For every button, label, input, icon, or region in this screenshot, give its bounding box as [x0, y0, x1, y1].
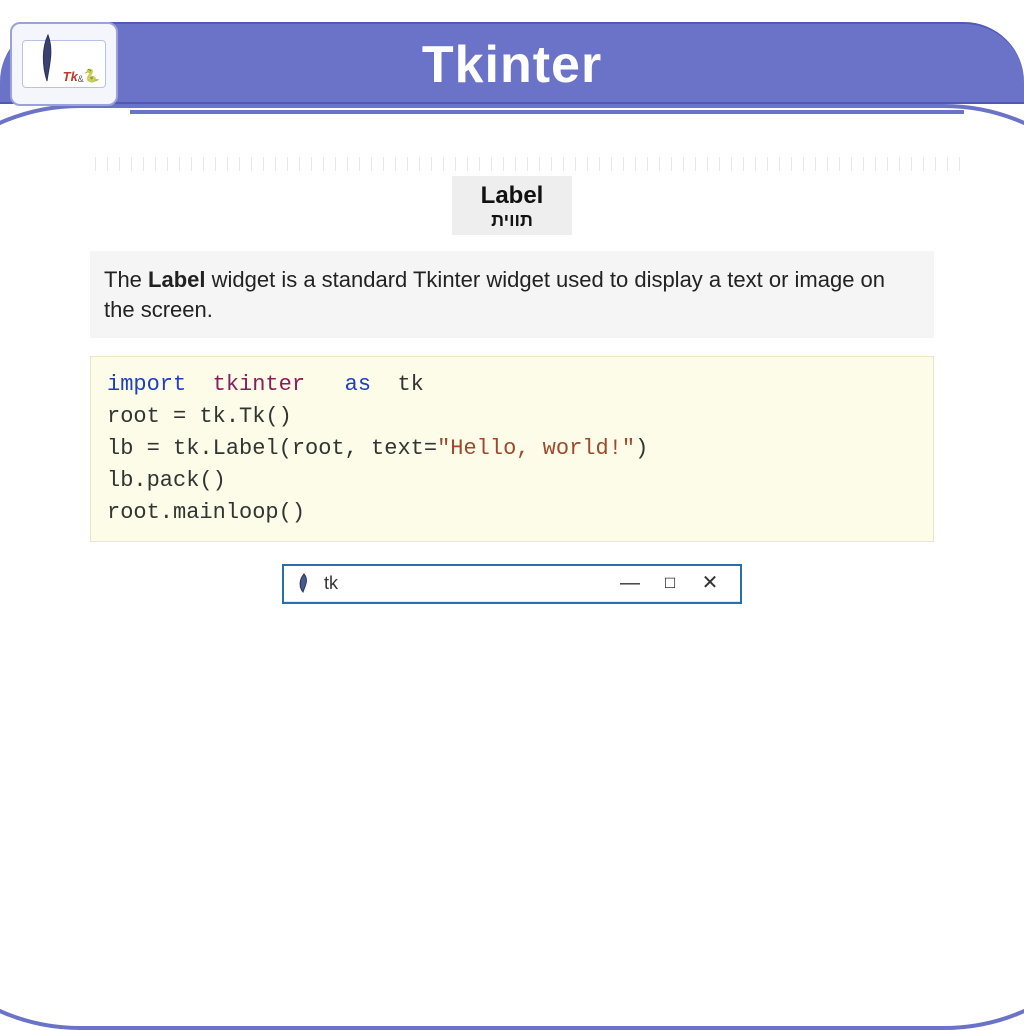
minimize-button[interactable]: —: [610, 573, 650, 593]
code-line-3: lb = tk.Label(root, text="Hello, world!"…: [107, 433, 917, 465]
description-prefix: The: [104, 267, 148, 292]
code-l3-pre: lb = tk.Label(root, text=: [107, 436, 437, 461]
header-underline: [130, 110, 964, 114]
code-line-2: root = tk.Tk(): [107, 401, 917, 433]
description-bold: Label: [148, 267, 205, 292]
feather-icon: [37, 33, 59, 83]
header-bar: Tkinter: [0, 22, 1024, 104]
subtitle-main: Label: [460, 182, 564, 210]
page-title: Tkinter: [0, 24, 1024, 106]
python-icon: 🐍: [84, 68, 100, 84]
description-suffix: widget is a standard Tkinter widget used…: [104, 267, 885, 322]
code-block: import tkinter as tk root = tk.Tk() lb =…: [90, 356, 934, 541]
alias: tk: [397, 372, 423, 397]
subtitle-hebrew: תווית: [460, 210, 564, 231]
logo-box: Tk&🐍: [10, 22, 118, 106]
tk-feather-icon: [294, 573, 314, 593]
code-l3-post: ): [635, 436, 648, 461]
code-line-5: root.mainloop(): [107, 497, 917, 529]
keyword-import: import: [107, 372, 186, 397]
code-string: "Hello, world!": [437, 436, 635, 461]
tk-titlebar: tk — ☐ ✕: [284, 566, 740, 602]
logo-inner: Tk&🐍: [22, 40, 106, 88]
module-name: tkinter: [213, 372, 305, 397]
close-button[interactable]: ✕: [690, 573, 730, 593]
ruler-ticks: [95, 157, 964, 171]
code-line-4: lb.pack(): [107, 465, 917, 497]
keyword-as: as: [345, 372, 371, 397]
maximize-button[interactable]: ☐: [650, 573, 690, 593]
subtitle-box: Label תווית: [452, 176, 572, 235]
description-text: The Label widget is a standard Tkinter w…: [90, 251, 934, 338]
tk-window-title: tk: [324, 573, 610, 594]
tk-window: tk — ☐ ✕: [282, 564, 742, 604]
logo-tk-text: Tk: [63, 69, 78, 84]
code-line-1: import tkinter as tk: [107, 369, 917, 401]
content-area: Label תווית The Label widget is a standa…: [90, 176, 934, 604]
